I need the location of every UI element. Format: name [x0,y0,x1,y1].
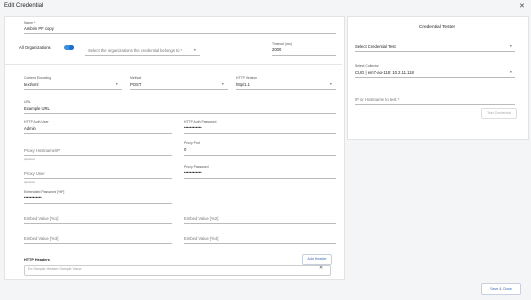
embed-value-2-underline [184,223,336,224]
content-encoding-label: Content Encoding [24,76,51,80]
method-label: Method [130,76,142,80]
credential-tester-panel [347,16,529,140]
collector-select[interactable]: CUG | em7-ao-118: 10.2.11.118 [355,70,414,75]
proxy-user-field[interactable]: Proxy User [24,171,45,176]
http-auth-password-underline [184,133,336,134]
embedded-password-field[interactable]: •••••••••••• [24,195,42,200]
method-underline [130,89,228,90]
remove-header-icon[interactable]: ✕ [319,265,323,271]
timeout-field[interactable]: 2000 [272,47,281,52]
orgs-select[interactable]: Select the organizations the credential … [88,48,182,53]
content-encoding-caret-icon: ▾ [116,82,118,86]
embed-value-2-field[interactable]: Embed Value [%2] [184,216,218,221]
url-field[interactable]: Example URL [24,106,50,111]
proxy-port-field[interactable]: 0 [184,147,186,152]
timeout-label: Timeout (ms) [272,42,292,46]
embedded-password-label: Embedded Password [%P] [24,190,65,194]
embed-value-1-field[interactable]: Embed Value [%1] [24,216,58,221]
proxy-user-hint: optional [24,180,35,184]
http-version-select[interactable]: http/1.1 [236,82,250,87]
embedded-password-underline [24,203,172,204]
content-encoding-underline [24,89,122,90]
method-select[interactable]: POST [130,82,141,87]
name-underline [24,33,336,34]
http-version-caret-icon: ▾ [330,82,332,86]
credential-test-underline [355,51,515,52]
tester-title: Credential Tester [418,25,456,30]
name-label: Name * [24,21,36,25]
close-icon[interactable]: ✕ [519,2,525,10]
url-underline [24,113,336,114]
method-caret-icon: ▾ [222,82,224,86]
all-orgs-label: All Organizations [19,45,51,50]
http-auth-password-field[interactable]: •••••••••••• [184,125,202,130]
save-close-button[interactable]: Save & Close [481,283,521,295]
proxy-user-underline [24,178,172,179]
embed-value-3-underline [24,243,172,244]
http-version-underline [236,89,336,90]
proxy-host-underline [24,155,172,156]
dialog-header [0,0,531,15]
dialog-title: Edit Credential [4,3,44,9]
http-version-label: HTTP Version [236,76,258,80]
ip-hostname-field[interactable]: IP or Hostname to test * [355,97,399,102]
proxy-password-label: Proxy Password [184,165,209,169]
collector-label: Select Collector [355,64,379,68]
proxy-port-label: Proxy Port [184,141,200,145]
orgs-underline [85,55,200,56]
content-encoding-select[interactable]: text/xml [24,82,38,87]
http-auth-user-underline [24,133,172,134]
proxy-port-underline [184,155,336,156]
embed-value-3-field[interactable]: Embed Value [%3] [24,236,58,241]
http-headers-label: HTTP Headers [24,258,50,262]
toggle-knob [69,45,74,50]
embed-value-4-underline [184,243,336,244]
orgs-caret-icon: ▾ [194,48,196,52]
ip-hostname-underline [355,104,515,105]
credential-test-caret-icon: ▾ [510,44,512,48]
credential-test-select[interactable]: Select Credential Test [355,44,396,49]
http-auth-password-label: HTTP Auth Password [184,120,217,124]
add-header-button[interactable]: Add Header [302,254,332,265]
proxy-password-field[interactable]: •••••••••••• [184,170,202,175]
header-input[interactable]: Ex:Sample-Header:Sample Value [28,267,81,271]
proxy-password-underline [184,178,336,179]
collector-underline [355,77,515,78]
timeout-underline [272,55,336,56]
http-auth-user-label: HTTP Auth User [24,120,49,124]
proxy-host-field[interactable]: Proxy Hostname/IP [24,148,60,153]
embed-value-4-field[interactable]: Embed Value [%4] [184,236,218,241]
test-credential-button[interactable]: Test Credential [481,108,517,119]
name-field[interactable]: Ambrin PF copy [24,26,54,31]
url-label: URL [24,100,31,104]
proxy-host-hint: optional [24,157,35,161]
section-divider [5,64,342,65]
collector-caret-icon: ▾ [510,70,512,74]
http-auth-user-field[interactable]: Admin [24,126,36,131]
embed-value-1-underline [24,223,172,224]
